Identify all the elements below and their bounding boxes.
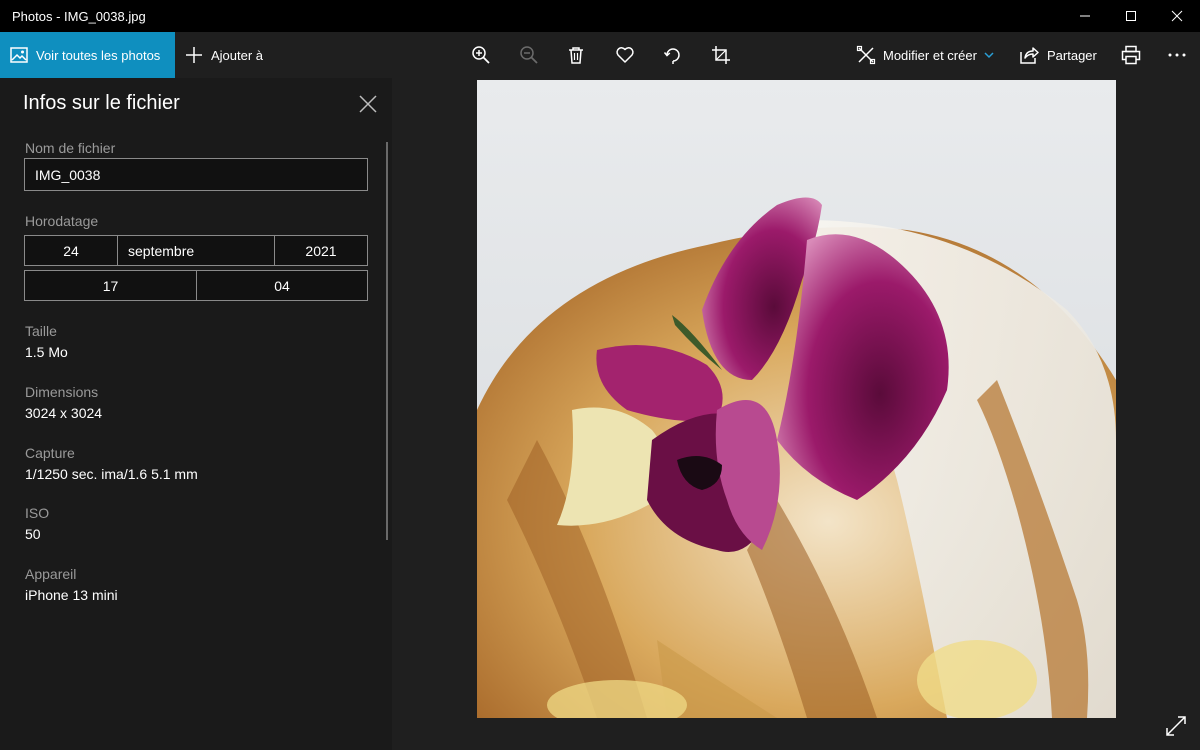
panel-title: Infos sur le fichier <box>23 92 180 114</box>
zoom-out-icon <box>520 46 538 64</box>
favorite-button[interactable] <box>613 43 637 67</box>
hour-field[interactable]: 17 <box>25 271 197 300</box>
size-label: Taille <box>25 323 57 339</box>
fullscreen-button[interactable] <box>1164 714 1188 738</box>
crop-icon <box>712 46 730 64</box>
iso-value: 50 <box>25 526 41 542</box>
rotate-icon <box>663 48 680 64</box>
close-window-button[interactable] <box>1154 0 1200 32</box>
device-value: iPhone 13 mini <box>25 587 118 603</box>
view-all-photos-button[interactable]: Voir toutes les photos <box>0 32 175 78</box>
file-info-panel: Infos sur le fichier Nom de fichier IMG_… <box>0 78 392 750</box>
photo-viewer-image[interactable] <box>477 80 1116 718</box>
zoom-in-button[interactable] <box>469 43 493 67</box>
panel-scrollbar[interactable] <box>386 142 388 540</box>
trash-icon <box>569 47 583 64</box>
edit-create-label: Modifier et créer <box>883 47 977 63</box>
delete-button[interactable] <box>564 43 588 67</box>
capture-value: 1/1250 sec. ima/1.6 5.1 mm <box>25 466 198 482</box>
time-picker[interactable]: 17 04 <box>24 270 368 301</box>
rotate-button[interactable] <box>661 43 685 67</box>
plus-icon <box>186 47 202 63</box>
day-field[interactable]: 24 <box>25 236 118 265</box>
toolbar: Voir toutes les photos Ajouter à Modifie… <box>0 32 1200 78</box>
minimize-button[interactable] <box>1062 0 1108 32</box>
edit-create-button[interactable]: Modifier et créer <box>856 32 994 78</box>
filename-label: Nom de fichier <box>25 140 116 156</box>
edit-create-icon <box>856 45 876 65</box>
minute-field[interactable]: 04 <box>197 271 367 300</box>
add-to-button[interactable]: Ajouter à <box>185 32 263 78</box>
dimensions-label: Dimensions <box>25 384 99 400</box>
more-icon <box>1168 53 1186 57</box>
more-options-button[interactable] <box>1165 43 1189 67</box>
share-icon <box>1020 47 1039 64</box>
zoom-in-icon <box>472 46 490 64</box>
timestamp-label: Horodatage <box>25 213 99 229</box>
filename-field[interactable]: IMG_0038 <box>24 158 368 191</box>
capture-label: Capture <box>25 445 75 461</box>
close-icon <box>359 95 377 113</box>
window-title: Photos - IMG_0038.jpg <box>12 8 146 24</box>
iso-label: ISO <box>25 505 50 521</box>
crop-button[interactable] <box>709 43 733 67</box>
print-icon <box>1121 45 1141 65</box>
date-picker[interactable]: 24 septembre 2021 <box>24 235 368 266</box>
close-panel-button[interactable] <box>358 94 378 114</box>
minimize-icon <box>1080 15 1090 17</box>
dessert-flower-photo <box>477 80 1116 718</box>
dimensions-value: 3024 x 3024 <box>25 405 103 421</box>
year-field[interactable]: 2021 <box>275 236 367 265</box>
expand-icon <box>1166 716 1186 736</box>
device-label: Appareil <box>25 566 77 582</box>
title-bar: Photos - IMG_0038.jpg <box>0 0 1200 32</box>
zoom-out-button[interactable] <box>517 43 541 67</box>
photos-window: Photos - IMG_0038.jpg Voir toutes les ph… <box>0 0 1200 750</box>
image-icon <box>10 47 28 63</box>
share-button[interactable]: Partager <box>1019 32 1097 78</box>
add-to-label: Ajouter à <box>211 47 264 63</box>
maximize-icon <box>1126 11 1136 21</box>
month-field[interactable]: septembre <box>118 236 275 265</box>
heart-icon <box>616 47 634 63</box>
filename-value: IMG_0038 <box>35 166 101 183</box>
print-button[interactable] <box>1119 43 1143 67</box>
chevron-down-icon <box>984 52 994 59</box>
size-value: 1.5 Mo <box>25 344 68 360</box>
maximize-button[interactable] <box>1108 0 1154 32</box>
share-label: Partager <box>1047 47 1097 63</box>
view-all-photos-label: Voir toutes les photos <box>36 47 161 63</box>
close-icon <box>1171 10 1183 22</box>
